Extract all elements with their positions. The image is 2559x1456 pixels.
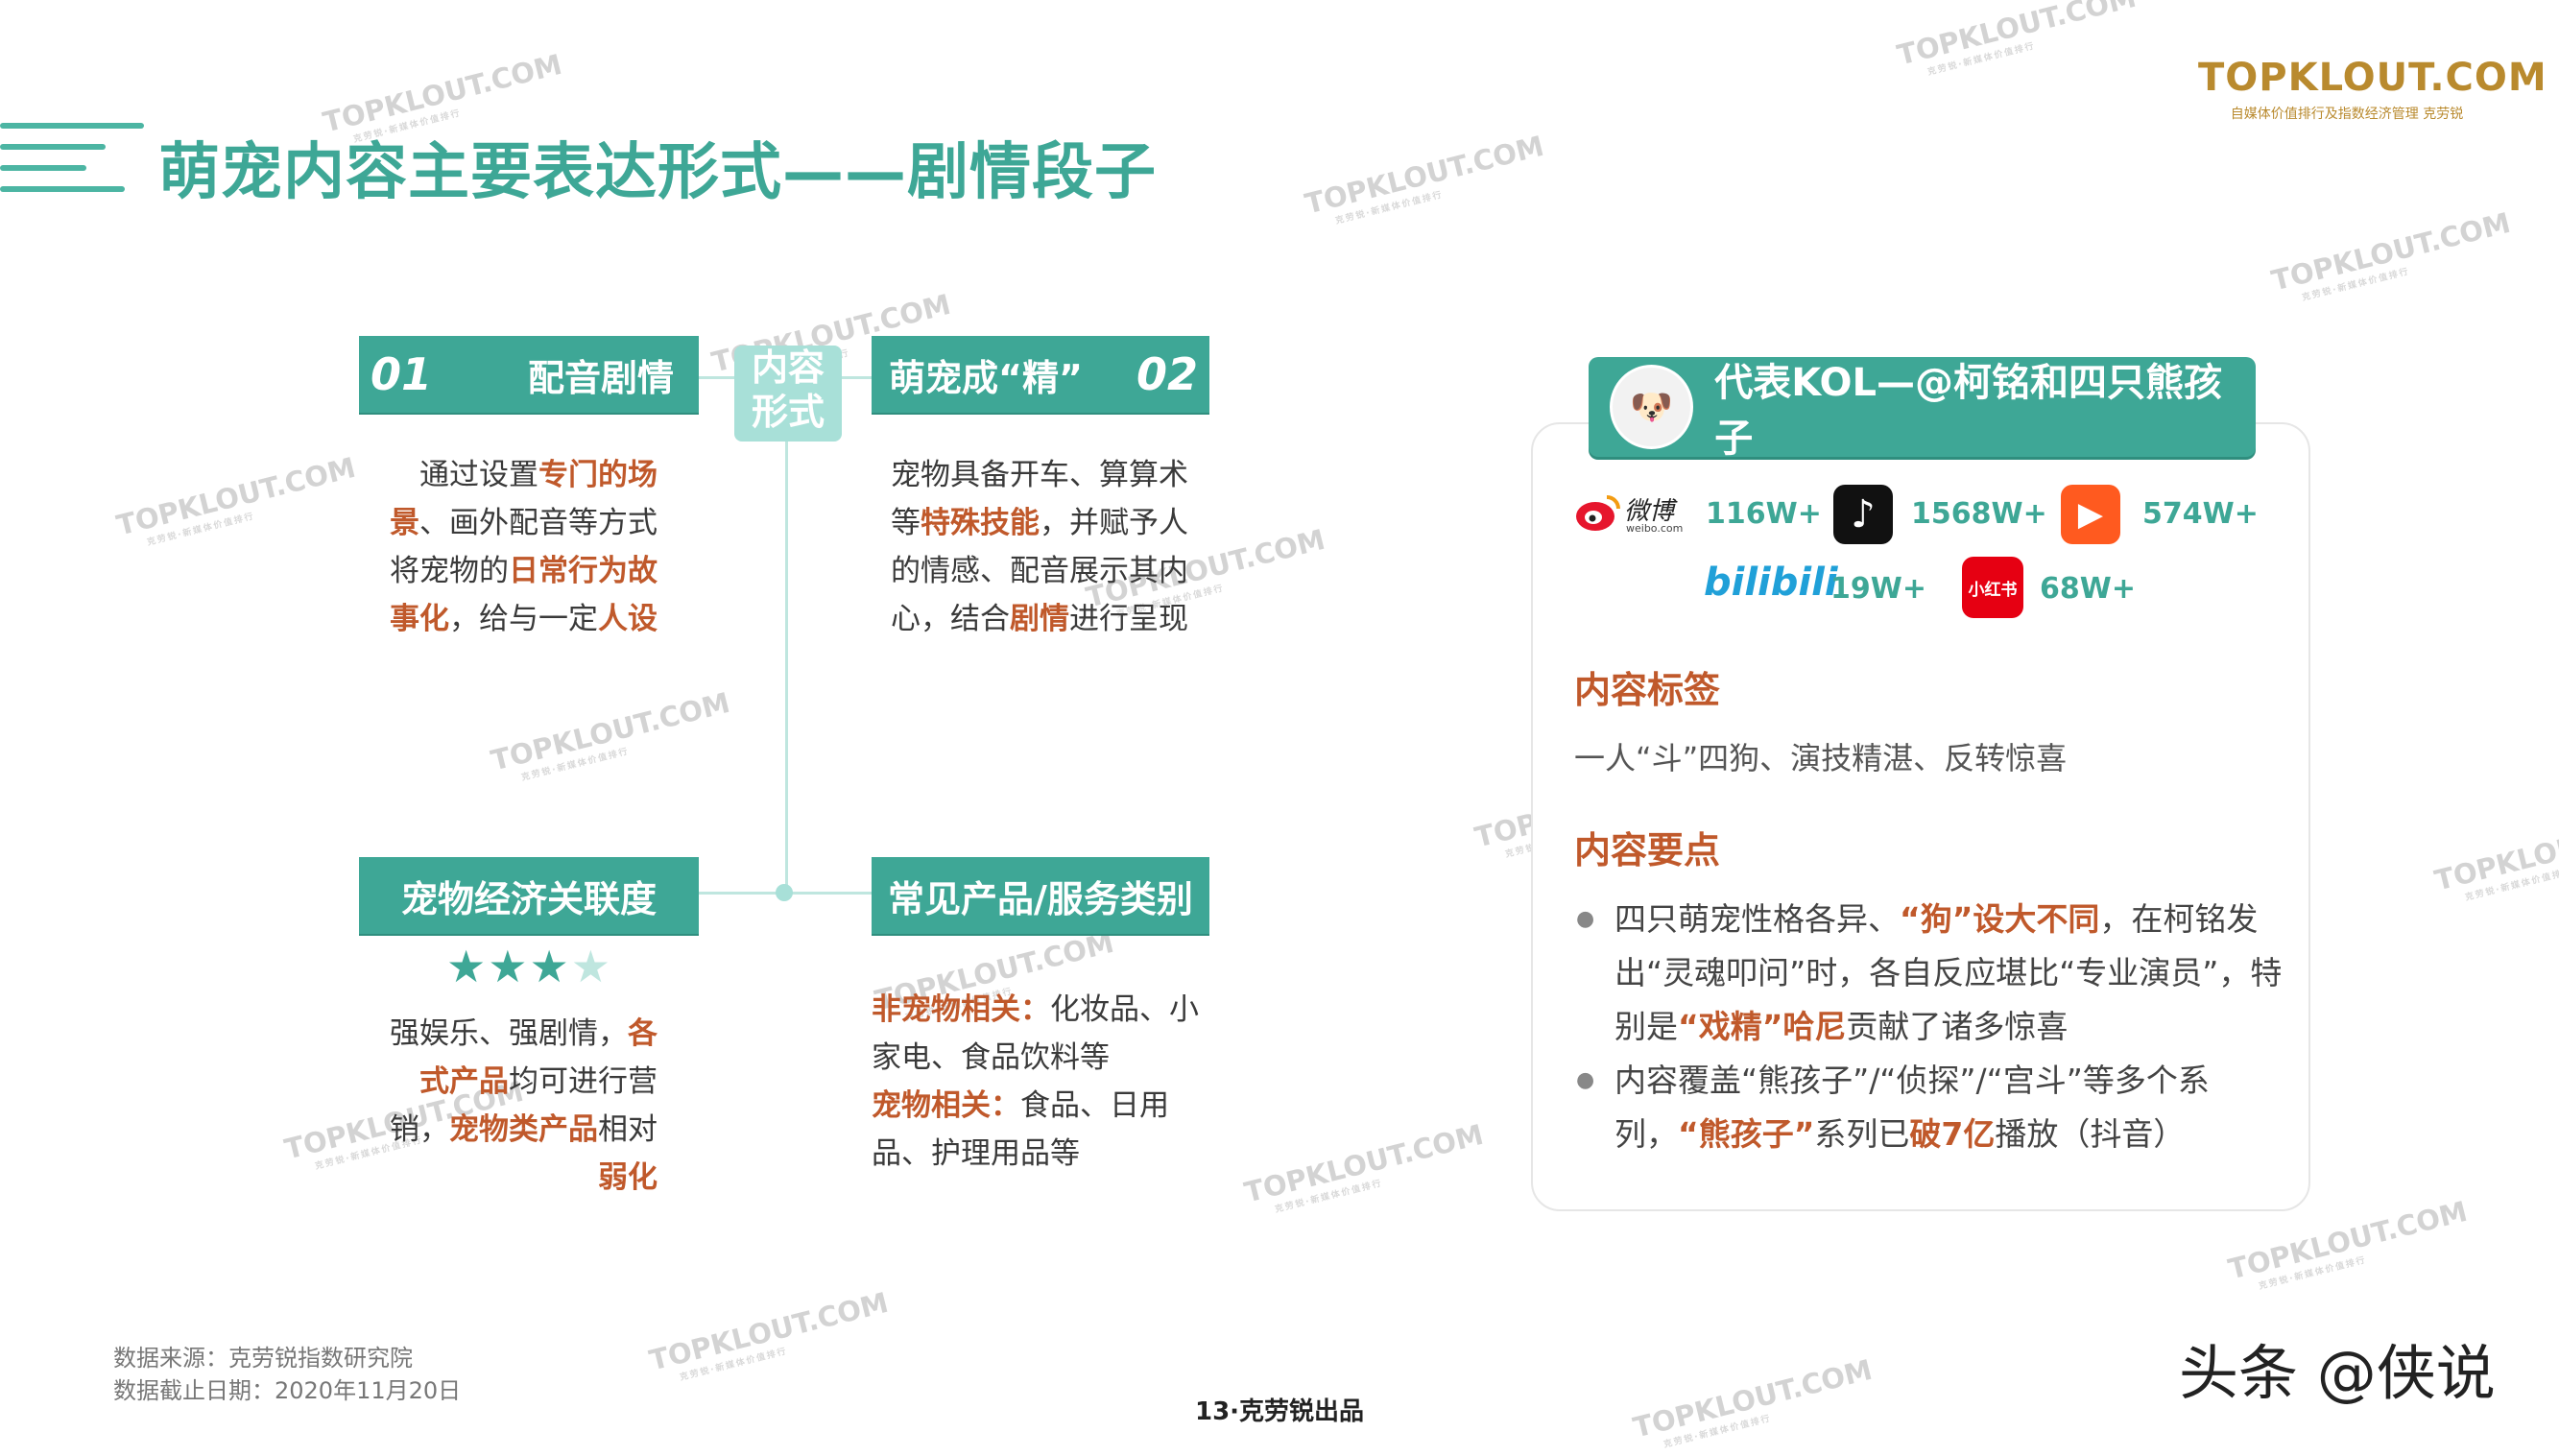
section-04-header: 常见产品/服务类别 xyxy=(872,857,1209,934)
weibo-sub: weibo.com xyxy=(1626,522,1684,535)
kuaishou-icon: ▶ xyxy=(2061,485,2120,544)
data-source: 数据来源：克劳锐指数研究院 xyxy=(113,1345,413,1372)
watermark: TOPKLOUT.COM克劳锐·新媒体价值排行 xyxy=(1302,129,1547,227)
weibo-icon: 微博 weibo.com xyxy=(1574,491,1685,539)
section-04-text: 非宠物相关：化妆品、小家电、食品饮料等 宠物相关：食品、日用品、护理用品等 xyxy=(872,992,1199,1171)
watermark: TOPKLOUT.COM克劳锐·新媒体价值排行 xyxy=(1630,1352,1876,1450)
section-02-title: 萌宠成“精” xyxy=(889,356,1083,399)
content-points-title: 内容要点 xyxy=(1574,829,1721,871)
star-icon: ★ xyxy=(488,941,530,992)
content-points-list: 四只萌宠性格各异、“狗”设大不同，在柯铭发出“灵魂叩问”时，各自反应堪比“专业演… xyxy=(1574,893,2284,1161)
douyin-icon: ♪ xyxy=(1833,485,1893,544)
section-01-number: 01 xyxy=(371,348,433,400)
header-deco-line xyxy=(0,144,106,150)
watermark: TOPKLOUT.COM克劳锐·新媒体价值排行 xyxy=(488,685,733,783)
page-title: 萌宠内容主要表达形式——剧情段子 xyxy=(158,137,1157,208)
section-02-header: 萌宠成“精” 02 xyxy=(872,336,1209,413)
half-star-icon: ★ xyxy=(570,941,612,992)
bilibili-icon: bilibili xyxy=(1704,561,1838,605)
kol-header: 🐶 代表KOL—@柯铭和四只熊孩子 xyxy=(1589,357,2256,461)
data-date: 数据截止日期：2020年11月20日 xyxy=(113,1377,462,1404)
brand-logo-subtitle: 自媒体价值排行及指数经济管理 克劳锐 xyxy=(2230,107,2464,122)
section-02-number: 02 xyxy=(1136,348,1198,400)
xiaohongshu-followers: 68W+ xyxy=(2040,572,2136,606)
section-01-text: 通过设置专门的场景、画外配音等方式将宠物的日常行为故事化，给与一定人设 xyxy=(390,458,658,636)
header-deco-line xyxy=(0,123,144,129)
bilibili-followers: 19W+ xyxy=(1830,572,1926,606)
content-form-label: 内容形式 xyxy=(734,346,842,442)
list-item: 四只萌宠性格各异、“狗”设大不同，在柯铭发出“灵魂叩问”时，各自反应堪比“专业演… xyxy=(1574,893,2284,1054)
watermark: TOPKLOUT.COM克劳锐·新媒体价值排行 xyxy=(1241,1117,1487,1215)
brand-logo-text: TOPKLOUT.COM xyxy=(2198,56,2547,100)
star-icon: ★ xyxy=(529,941,571,992)
rating-stars: ★★★★ xyxy=(446,941,612,992)
header-deco-line xyxy=(0,165,86,171)
connector-vertical-line xyxy=(785,442,788,893)
section-02-text: 宠物具备开车、算算术等特殊技能，并赋予人的情感、配音展示其内心，结合剧情进行呈现 xyxy=(891,458,1188,636)
douyin-followers: 1568W+ xyxy=(1911,497,2047,531)
watermark: TOPKLOUT.COM克劳锐·新媒体价值排行 xyxy=(113,450,359,548)
watermark: TOPKLOUT.COM克劳锐·新媒体价值排行 xyxy=(646,1285,892,1383)
weibo-followers: 116W+ xyxy=(1706,497,1822,531)
data-source-note: 数据来源：克劳锐指数研究院 数据截止日期：2020年11月20日 xyxy=(113,1342,461,1407)
section-01-header: 01 配音剧情 xyxy=(359,336,699,413)
section-03-title: 宠物经济关联度 xyxy=(400,877,657,920)
kol-avatar: 🐶 xyxy=(1610,365,1694,449)
kol-header-title: 代表KOL—@柯铭和四只熊孩子 xyxy=(1714,361,2222,461)
watermark: TOPKLOUT.COM克劳锐·新媒体价值排行 xyxy=(1894,0,2140,78)
header-deco-line xyxy=(0,186,125,192)
list-item: 内容覆盖“熊孩子”/“侦探”/“宫斗”等多个系列，“熊孩子”系列已破7亿播放（抖… xyxy=(1574,1054,2284,1161)
connector-top-left xyxy=(699,376,737,379)
brand-logo: TOPKLOUT.COM 自媒体价值排行及指数经济管理 克劳锐 xyxy=(2198,56,2547,123)
toutiao-watermark: 头条 @侠说 xyxy=(2179,1338,2496,1408)
connector-top-right xyxy=(842,376,873,379)
connector-dot xyxy=(776,884,793,901)
kuaishou-followers: 574W+ xyxy=(2142,497,2259,531)
content-tags-title: 内容标签 xyxy=(1574,669,1721,711)
watermark: TOPKLOUT.COM克劳锐·新媒体价值排行 xyxy=(2268,205,2514,303)
page-number: 13·克劳锐出品 xyxy=(1195,1397,1365,1426)
content-tags-text: 一人“斗”四狗、演技精湛、反转惊喜 xyxy=(1574,740,2068,776)
section-04-title: 常见产品/服务类别 xyxy=(888,877,1193,920)
section-03-header: 宠物经济关联度 xyxy=(359,857,699,934)
section-01-title: 配音剧情 xyxy=(527,356,674,399)
xiaohongshu-icon: 小红书 xyxy=(1962,557,2023,618)
section-03-text: 强娱乐、强剧情，各式产品均可进行营销，宠物类产品相对弱化 xyxy=(390,1016,658,1195)
watermark: TOPKLOUT.COM克劳锐·新媒体价值排行 xyxy=(2431,805,2559,903)
star-icon: ★ xyxy=(446,941,489,992)
